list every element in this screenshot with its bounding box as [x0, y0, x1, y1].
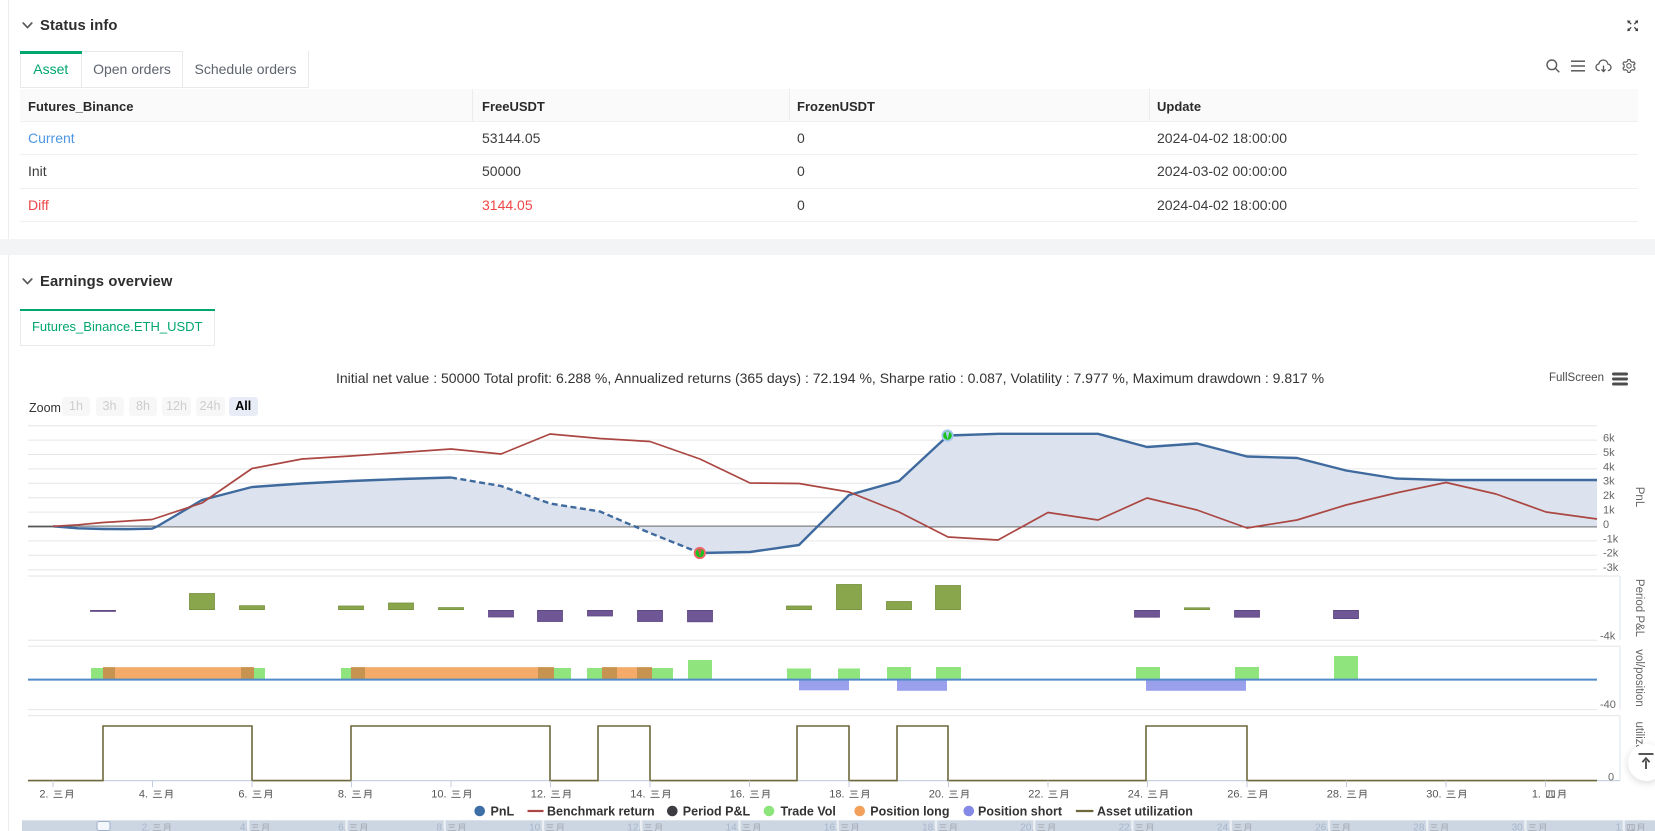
- svg-text:8.: 8.: [338, 789, 347, 801]
- svg-text:14.: 14.: [726, 823, 740, 831]
- svg-text:20.: 20.: [1020, 823, 1034, 831]
- svg-text:Asset utilization: Asset utilization: [1097, 804, 1193, 818]
- svg-text:PnL: PnL: [1633, 487, 1645, 508]
- svg-text:-4k: -4k: [1600, 631, 1616, 643]
- svg-text:14.: 14.: [630, 789, 645, 801]
- svg-text:16.: 16.: [824, 823, 838, 831]
- svg-text:1k: 1k: [1603, 505, 1615, 517]
- svg-text:20.: 20.: [929, 789, 944, 801]
- svg-text:Period P&L: Period P&L: [683, 804, 751, 818]
- svg-text:2k: 2k: [1603, 490, 1615, 502]
- svg-text:16.: 16.: [730, 789, 745, 801]
- svg-text:22.: 22.: [1119, 823, 1133, 831]
- svg-text:3k: 3k: [1603, 476, 1615, 488]
- svg-text:6.: 6.: [338, 823, 346, 831]
- svg-text:PnL: PnL: [491, 804, 515, 818]
- svg-text:Period P&L: Period P&L: [1633, 579, 1645, 638]
- svg-text:26.: 26.: [1315, 823, 1329, 831]
- svg-text:1.: 1.: [1615, 823, 1623, 831]
- svg-text:8.: 8.: [436, 823, 444, 831]
- svg-text:28.: 28.: [1327, 789, 1342, 801]
- svg-text:10.: 10.: [431, 789, 446, 801]
- svg-text:6.: 6.: [238, 789, 247, 801]
- svg-text:Position short: Position short: [978, 804, 1063, 818]
- svg-text:0: 0: [1608, 772, 1614, 784]
- svg-text:26.: 26.: [1227, 789, 1242, 801]
- svg-text:1.: 1.: [1532, 789, 1541, 801]
- svg-text:28.: 28.: [1413, 823, 1427, 831]
- svg-text:Position long: Position long: [870, 804, 949, 818]
- svg-text:10.: 10.: [529, 823, 543, 831]
- svg-text:12.: 12.: [627, 823, 641, 831]
- svg-text:30.: 30.: [1426, 789, 1441, 801]
- svg-text:4k: 4k: [1603, 461, 1615, 473]
- svg-text:-3k: -3k: [1603, 562, 1619, 574]
- svg-text:6k: 6k: [1603, 433, 1615, 445]
- svg-text:2.: 2.: [39, 789, 48, 801]
- svg-text:4.: 4.: [240, 823, 248, 831]
- svg-text:Benchmark return: Benchmark return: [547, 804, 655, 818]
- svg-text:18.: 18.: [922, 823, 936, 831]
- svg-text:24.: 24.: [1217, 823, 1231, 831]
- svg-text:-2k: -2k: [1603, 548, 1619, 560]
- svg-text:18.: 18.: [829, 789, 844, 801]
- svg-text:0: 0: [1603, 519, 1609, 531]
- svg-text:5k: 5k: [1603, 447, 1615, 459]
- svg-text:2.: 2.: [142, 823, 150, 831]
- svg-text:vol/position: vol/position: [1633, 649, 1645, 707]
- svg-text:24.: 24.: [1128, 789, 1143, 801]
- svg-text:12.: 12.: [531, 789, 546, 801]
- svg-text:30.: 30.: [1512, 823, 1526, 831]
- svg-text:-1k: -1k: [1603, 533, 1619, 545]
- svg-text:22.: 22.: [1028, 789, 1043, 801]
- svg-text:4.: 4.: [139, 789, 148, 801]
- svg-text:Trade Vol: Trade Vol: [781, 804, 836, 818]
- svg-text:-40: -40: [1600, 699, 1616, 711]
